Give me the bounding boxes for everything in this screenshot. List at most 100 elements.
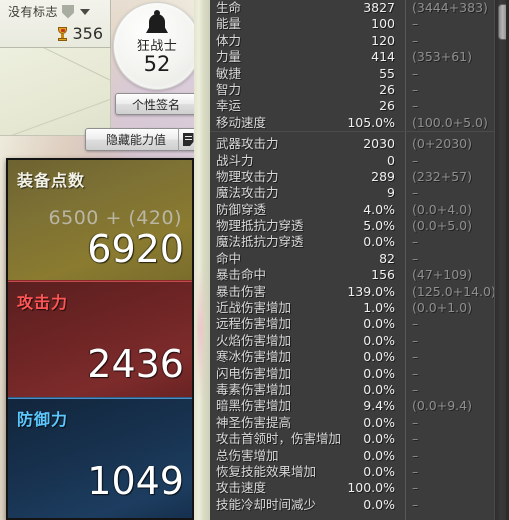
- stat-row: 体力 120 –: [210, 33, 509, 49]
- stat-value: 2030: [363, 136, 395, 152]
- stat-row: 武器攻击力 2030 (0+2030): [210, 136, 509, 152]
- stat-name: 暗黑伤害增加: [216, 398, 292, 414]
- stat-breakdown: –: [412, 16, 419, 32]
- stat-row: 火焰伤害增加 0.0% –: [210, 333, 509, 349]
- stat-breakdown: –: [412, 414, 419, 430]
- character-stats-window: 没有标志 356 狂战士 52 个性签名 隐藏能力值 装备点数 6500 + (…: [0, 0, 509, 520]
- gear-score-title: 装备点数: [17, 171, 86, 190]
- stat-breakdown: (232+57): [412, 168, 472, 184]
- stat-row: 近战伤害增加 1.0% (0.0+1.0): [210, 300, 509, 316]
- stat-breakdown: –: [412, 447, 419, 463]
- stat-value: 4.0%: [363, 201, 395, 217]
- stat-group-base-attributes: 生命 3827 (3444+383) 能量 100 – 体力 120 – 力量 414 (353+61…: [210, 0, 509, 131]
- stat-name: 火焰伤害增加: [216, 332, 292, 348]
- stat-breakdown: –: [412, 152, 419, 168]
- stat-value: 1.0%: [363, 300, 395, 316]
- gear-score-value: 6920: [87, 227, 184, 271]
- stat-row: 魔法抵抗力穿透 0.0% –: [210, 234, 509, 250]
- stat-breakdown: –: [412, 32, 419, 48]
- stat-name: 近战伤害增加: [216, 300, 292, 316]
- attack-power-value: 2436: [87, 342, 184, 386]
- stat-name: 神圣伤害提高: [216, 414, 292, 430]
- attack-power-panel: 攻击力 2436: [8, 281, 192, 398]
- defense-power-panel: 防御力 1049: [8, 398, 192, 518]
- trophy-count: 356: [72, 24, 103, 43]
- stat-name: 力量: [216, 49, 242, 65]
- trophy-icon: [55, 26, 70, 41]
- stat-row: 物理攻击力 289 (232+57): [210, 169, 509, 185]
- stat-name: 防御穿透: [216, 201, 267, 217]
- portrait-frame-panel: [0, 48, 111, 136]
- column-divider-strip: [194, 0, 210, 520]
- stat-name: 闪电伤害增加: [216, 365, 292, 381]
- stat-value: 0.0%: [363, 332, 395, 348]
- stat-name: 体力: [216, 32, 242, 48]
- stat-name: 物理抵抗力穿透: [216, 218, 304, 234]
- stat-name: 技能冷却时间减少: [216, 496, 317, 512]
- stat-value: 0.0%: [363, 234, 395, 250]
- stat-name: 魔法抵抗力穿透: [216, 234, 304, 250]
- stat-value: 414: [371, 49, 395, 65]
- stat-row: 暴击伤害 139.0% (125.0+14.0): [210, 284, 509, 300]
- chevron-down-icon[interactable]: [80, 8, 91, 15]
- stat-group-combat-attributes: 武器攻击力 2030 (0+2030) 战斗力 0– 物理攻击力 289 (232+57) 魔法…: [210, 131, 509, 513]
- stat-name: 移动速度: [216, 114, 267, 130]
- stat-breakdown: (100.0+5.0): [412, 114, 488, 130]
- stat-row: 敏捷 55 –: [210, 66, 509, 82]
- stat-row: 恢复技能效果增加 0.0% –: [210, 464, 509, 480]
- stat-row: 智力 26 –: [210, 82, 509, 98]
- stat-breakdown: (353+61): [412, 49, 472, 65]
- stat-value: 0.0%: [363, 349, 395, 365]
- stat-row: 攻击速度 100.0% –: [210, 480, 509, 496]
- stat-name: 寒冰伤害增加: [216, 349, 292, 365]
- detailed-stats-panel: 生命 3827 (3444+383) 能量 100 – 体力 120 – 力量 414 (353+61…: [210, 0, 509, 520]
- stat-row: 力量 414 (353+61): [210, 49, 509, 65]
- stat-row: 物理抵抗力穿透 5.0% (0.0+5.0): [210, 218, 509, 234]
- stat-value: 139.0%: [347, 283, 395, 299]
- stat-value: 0.0%: [363, 431, 395, 447]
- berserker-helm-icon: [146, 10, 168, 34]
- stat-breakdown: (0.0+4.0): [412, 201, 472, 217]
- stat-value: 0.0%: [363, 316, 395, 332]
- stat-breakdown: –: [412, 365, 419, 381]
- stat-row: 移动速度 105.0% (100.0+5.0): [210, 115, 509, 131]
- stat-value: 9.4%: [363, 398, 395, 414]
- stat-breakdown: –: [412, 496, 419, 512]
- guild-emblem-row[interactable]: 没有标志: [8, 3, 91, 20]
- stat-name: 远程伤害增加: [216, 316, 292, 332]
- gear-score-panel: 装备点数 6500 + (420) 6920: [8, 160, 192, 281]
- stat-breakdown: –: [412, 332, 419, 348]
- stat-value: 0.0%: [363, 463, 395, 479]
- class-medallion: 狂战士 52: [113, 2, 201, 90]
- stat-breakdown: –: [412, 316, 419, 332]
- hide-stats-button[interactable]: 隐藏能力值: [85, 128, 198, 151]
- stat-breakdown: –: [412, 65, 419, 81]
- stat-value: 26: [379, 81, 395, 97]
- stat-name: 生命: [216, 0, 242, 15]
- stat-name: 恢复技能效果增加: [216, 463, 317, 479]
- stat-name: 毒素伤害增加: [216, 381, 292, 397]
- stat-breakdown: (0.0+1.0): [412, 300, 472, 316]
- stat-row: 闪电伤害增加 0.0% –: [210, 366, 509, 382]
- character-summary-column: 没有标志 356 狂战士 52 个性签名 隐藏能力值 装备点数 6500 + (…: [0, 0, 210, 520]
- stat-breakdown: (47+109): [412, 267, 472, 283]
- character-level: 52: [143, 52, 171, 76]
- stat-breakdown: (0+2030): [412, 136, 472, 152]
- stat-value: 55: [379, 65, 395, 81]
- stat-name: 能量: [216, 16, 242, 32]
- stat-name: 物理攻击力: [216, 168, 279, 184]
- summary-stat-panels: 装备点数 6500 + (420) 6920 攻击力 2436 防御力 1049: [6, 158, 194, 520]
- stat-row: 神圣伤害提高 0.0% –: [210, 415, 509, 431]
- stat-breakdown: –: [412, 480, 419, 496]
- stat-breakdown: –: [412, 234, 419, 250]
- stat-name: 幸运: [216, 98, 242, 114]
- stat-breakdown: (3444+383): [412, 0, 488, 15]
- defense-power-title: 防御力: [17, 410, 69, 429]
- stat-name: 智力: [216, 81, 242, 97]
- stat-row: 总伤害增加 0.0% –: [210, 448, 509, 464]
- stat-name: 魔法攻击力: [216, 185, 279, 201]
- signature-button[interactable]: 个性签名: [115, 93, 197, 115]
- stat-breakdown: –: [412, 250, 419, 266]
- stat-value: 0: [387, 152, 395, 168]
- stat-groups-container: 生命 3827 (3444+383) 能量 100 – 体力 120 – 力量 414 (353+61…: [210, 0, 509, 513]
